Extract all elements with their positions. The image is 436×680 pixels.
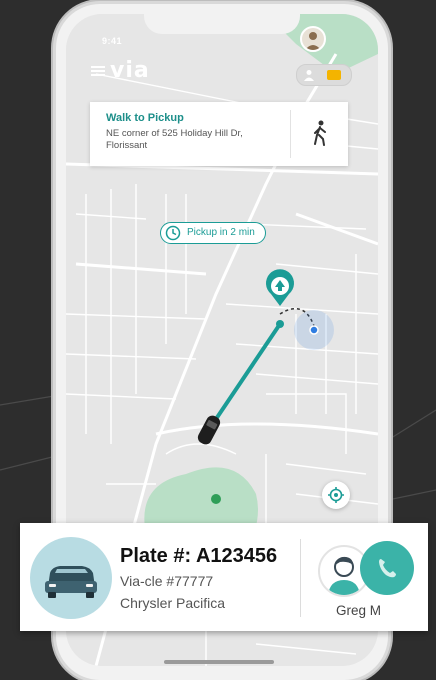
user-location-dot bbox=[309, 325, 319, 335]
locate-icon bbox=[328, 487, 344, 503]
vehicle-avatar bbox=[30, 537, 112, 619]
call-driver-button[interactable] bbox=[360, 541, 414, 595]
pickup-eta-chip: Pickup in 2 min bbox=[160, 222, 266, 244]
hamburger-menu-icon[interactable] bbox=[91, 64, 107, 78]
home-indicator bbox=[164, 660, 274, 664]
status-time: 9:41 bbox=[102, 36, 123, 46]
walking-person-icon bbox=[314, 120, 326, 146]
payment-selector[interactable] bbox=[296, 64, 352, 86]
profile-avatar[interactable] bbox=[300, 26, 326, 52]
walk-to-pickup-card[interactable]: Walk to Pickup NE corner of 525 Holiday … bbox=[90, 102, 348, 166]
ride-details-card: Plate #: A123456 Via-cle #77777 Chrysler… bbox=[20, 523, 428, 631]
credit-card-icon bbox=[327, 70, 341, 80]
vehicle-model: Chrysler Pacifica bbox=[120, 595, 226, 611]
pickup-address: NE corner of 525 Holiday Hill Dr, Floris… bbox=[106, 128, 243, 151]
divider bbox=[290, 110, 291, 158]
phone-icon bbox=[379, 559, 396, 578]
minivan-icon bbox=[45, 566, 97, 598]
person-icon bbox=[304, 70, 314, 81]
driver-name: Greg M bbox=[336, 603, 382, 618]
via-vehicle-number: Via-cle #77777 bbox=[120, 573, 214, 589]
license-plate: Plate #: A123456 bbox=[120, 545, 278, 567]
via-logo: via bbox=[110, 58, 150, 83]
walk-title: Walk to Pickup bbox=[106, 112, 184, 124]
pickup-eta-text: Pickup in 2 min bbox=[187, 227, 255, 238]
divider bbox=[300, 539, 301, 617]
phone-notch bbox=[144, 4, 300, 34]
clock-icon bbox=[165, 225, 181, 241]
person-icon bbox=[305, 32, 321, 50]
recenter-button[interactable] bbox=[322, 481, 350, 509]
